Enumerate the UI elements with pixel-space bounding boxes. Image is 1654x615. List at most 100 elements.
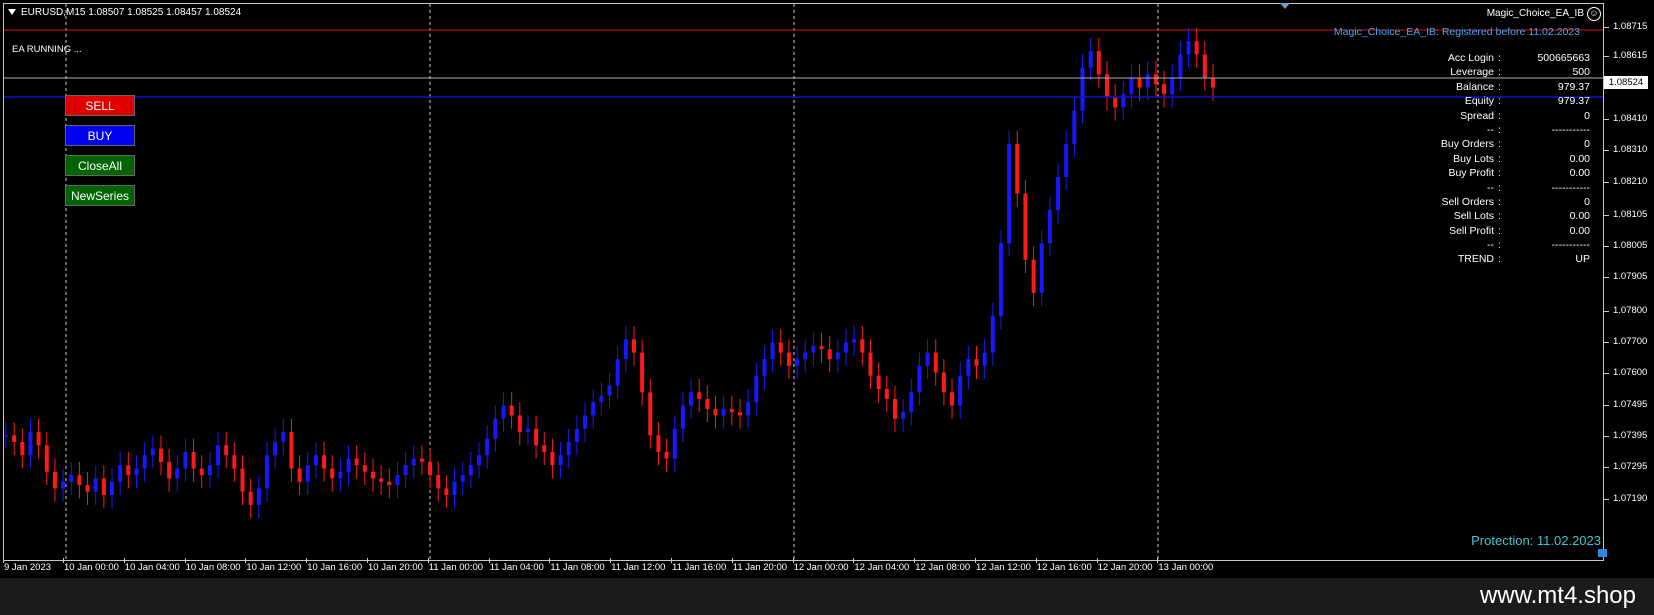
price-label: 1.08715 bbox=[1613, 21, 1648, 32]
info-label: Balance bbox=[1456, 80, 1494, 93]
candle-body bbox=[338, 471, 343, 479]
candle-body bbox=[607, 385, 612, 396]
candle-body bbox=[909, 392, 914, 413]
candle-body bbox=[1031, 259, 1036, 293]
info-separator: : bbox=[1498, 253, 1501, 266]
time-label: 12 Jan 04:00 bbox=[854, 562, 910, 573]
candle-body bbox=[534, 428, 539, 446]
price-label: 1.07395 bbox=[1613, 430, 1648, 441]
candle-body bbox=[974, 359, 979, 366]
candle-body bbox=[941, 372, 946, 393]
candle-body bbox=[411, 458, 416, 466]
price-label: 1.07495 bbox=[1613, 399, 1648, 410]
candle-body bbox=[1202, 54, 1207, 78]
close-all-button[interactable]: CloseAll bbox=[65, 155, 135, 176]
new-series-button[interactable]: NewSeries bbox=[65, 185, 135, 206]
candle-body bbox=[240, 468, 245, 492]
candle-body bbox=[175, 468, 180, 479]
candle-body bbox=[248, 491, 253, 505]
info-label: Leverage bbox=[1450, 66, 1494, 79]
price-label: 1.07600 bbox=[1613, 367, 1648, 378]
price-chart[interactable] bbox=[3, 3, 1604, 561]
info-value: 979.37 bbox=[1557, 80, 1590, 93]
candle-body bbox=[689, 392, 694, 406]
time-tick bbox=[488, 558, 490, 563]
candle-body bbox=[1145, 74, 1150, 88]
info-label: Acc Login bbox=[1447, 52, 1494, 64]
candle-body bbox=[778, 342, 783, 353]
candle-body bbox=[713, 408, 718, 416]
price-label: 1.07700 bbox=[1613, 336, 1648, 347]
candle-body bbox=[623, 339, 628, 360]
info-row: Acc Login: 500665663 bbox=[1400, 52, 1590, 66]
shift-marker-icon[interactable] bbox=[1280, 3, 1290, 9]
smiley-icon[interactable]: ☺ bbox=[1587, 7, 1601, 21]
candle-body bbox=[1080, 67, 1085, 111]
candle-body bbox=[705, 398, 710, 409]
price-tick bbox=[1604, 27, 1609, 28]
candle-body bbox=[615, 359, 620, 386]
candle-body bbox=[591, 402, 596, 416]
info-separator: : bbox=[1498, 95, 1501, 108]
info-label: Buy Profit bbox=[1448, 167, 1494, 180]
candle-body bbox=[477, 455, 482, 466]
price-tick bbox=[1604, 311, 1609, 312]
info-row: Sell Lots: 0.00 bbox=[1400, 210, 1590, 224]
info-value: ----------- bbox=[1551, 181, 1590, 194]
info-separator: : bbox=[1498, 210, 1501, 223]
price-tick bbox=[1604, 215, 1609, 216]
candle-body bbox=[354, 458, 359, 466]
candle-body bbox=[52, 471, 57, 489]
price-tick bbox=[1604, 342, 1609, 343]
candle-body bbox=[998, 243, 1003, 317]
info-value: 979.37 bbox=[1557, 95, 1590, 108]
time-label: 10 Jan 16:00 bbox=[307, 562, 363, 573]
candle-body bbox=[289, 432, 294, 469]
time-label: 11 Jan 04:00 bbox=[489, 562, 544, 573]
info-value: 500 bbox=[1572, 66, 1590, 79]
candle-body bbox=[1088, 51, 1093, 68]
registration-text: Magic_Choice_EA_IB: Registered before 11… bbox=[1333, 26, 1580, 38]
candle-body bbox=[1153, 74, 1158, 85]
candle-body bbox=[444, 488, 449, 495]
candle-body bbox=[362, 465, 367, 472]
candle-body bbox=[680, 405, 685, 429]
candle-body bbox=[762, 359, 767, 376]
candle-body bbox=[1007, 143, 1012, 244]
candle-body bbox=[1178, 54, 1183, 78]
time-label: 11 Jan 00:00 bbox=[428, 562, 484, 573]
candle-body bbox=[925, 352, 930, 366]
candle-body bbox=[1072, 110, 1077, 144]
info-separator: : bbox=[1498, 195, 1501, 208]
candle-body bbox=[729, 408, 734, 413]
price-label: 1.07905 bbox=[1613, 271, 1648, 282]
time-label: 11 Jan 16:00 bbox=[672, 562, 727, 573]
info-row: Balance: 979.37 bbox=[1400, 81, 1590, 95]
candle-body bbox=[803, 352, 808, 360]
info-label: Buy Orders bbox=[1440, 138, 1494, 151]
sell-button[interactable]: SELL bbox=[65, 95, 135, 116]
time-label: 12 Jan 20:00 bbox=[1097, 562, 1153, 573]
candle-body bbox=[346, 458, 351, 472]
dropdown-triangle-icon[interactable] bbox=[8, 9, 16, 16]
info-value: 0 bbox=[1584, 138, 1590, 151]
price-label: 1.08615 bbox=[1613, 50, 1648, 61]
protection-text: Protection: 11.02.2023 bbox=[1471, 533, 1601, 548]
candle-body bbox=[664, 451, 669, 459]
time-tick bbox=[3, 558, 4, 563]
time-label: 12 Jan 08:00 bbox=[915, 562, 971, 573]
info-label: -- bbox=[1487, 239, 1494, 252]
candle-body bbox=[207, 465, 212, 476]
candle-body bbox=[256, 488, 261, 505]
candle-body bbox=[1023, 193, 1028, 260]
candle-body bbox=[1056, 176, 1061, 211]
candle-body bbox=[966, 359, 971, 376]
buy-button[interactable]: BUY bbox=[65, 125, 135, 146]
time-tick bbox=[184, 558, 186, 563]
info-label: Equity bbox=[1464, 95, 1494, 108]
info-row: --: ----------- bbox=[1400, 124, 1590, 138]
candle-body bbox=[1113, 97, 1118, 108]
candle-body bbox=[167, 461, 172, 479]
candle-body bbox=[322, 455, 327, 469]
time-label: 13 Jan 00:00 bbox=[1158, 562, 1214, 573]
